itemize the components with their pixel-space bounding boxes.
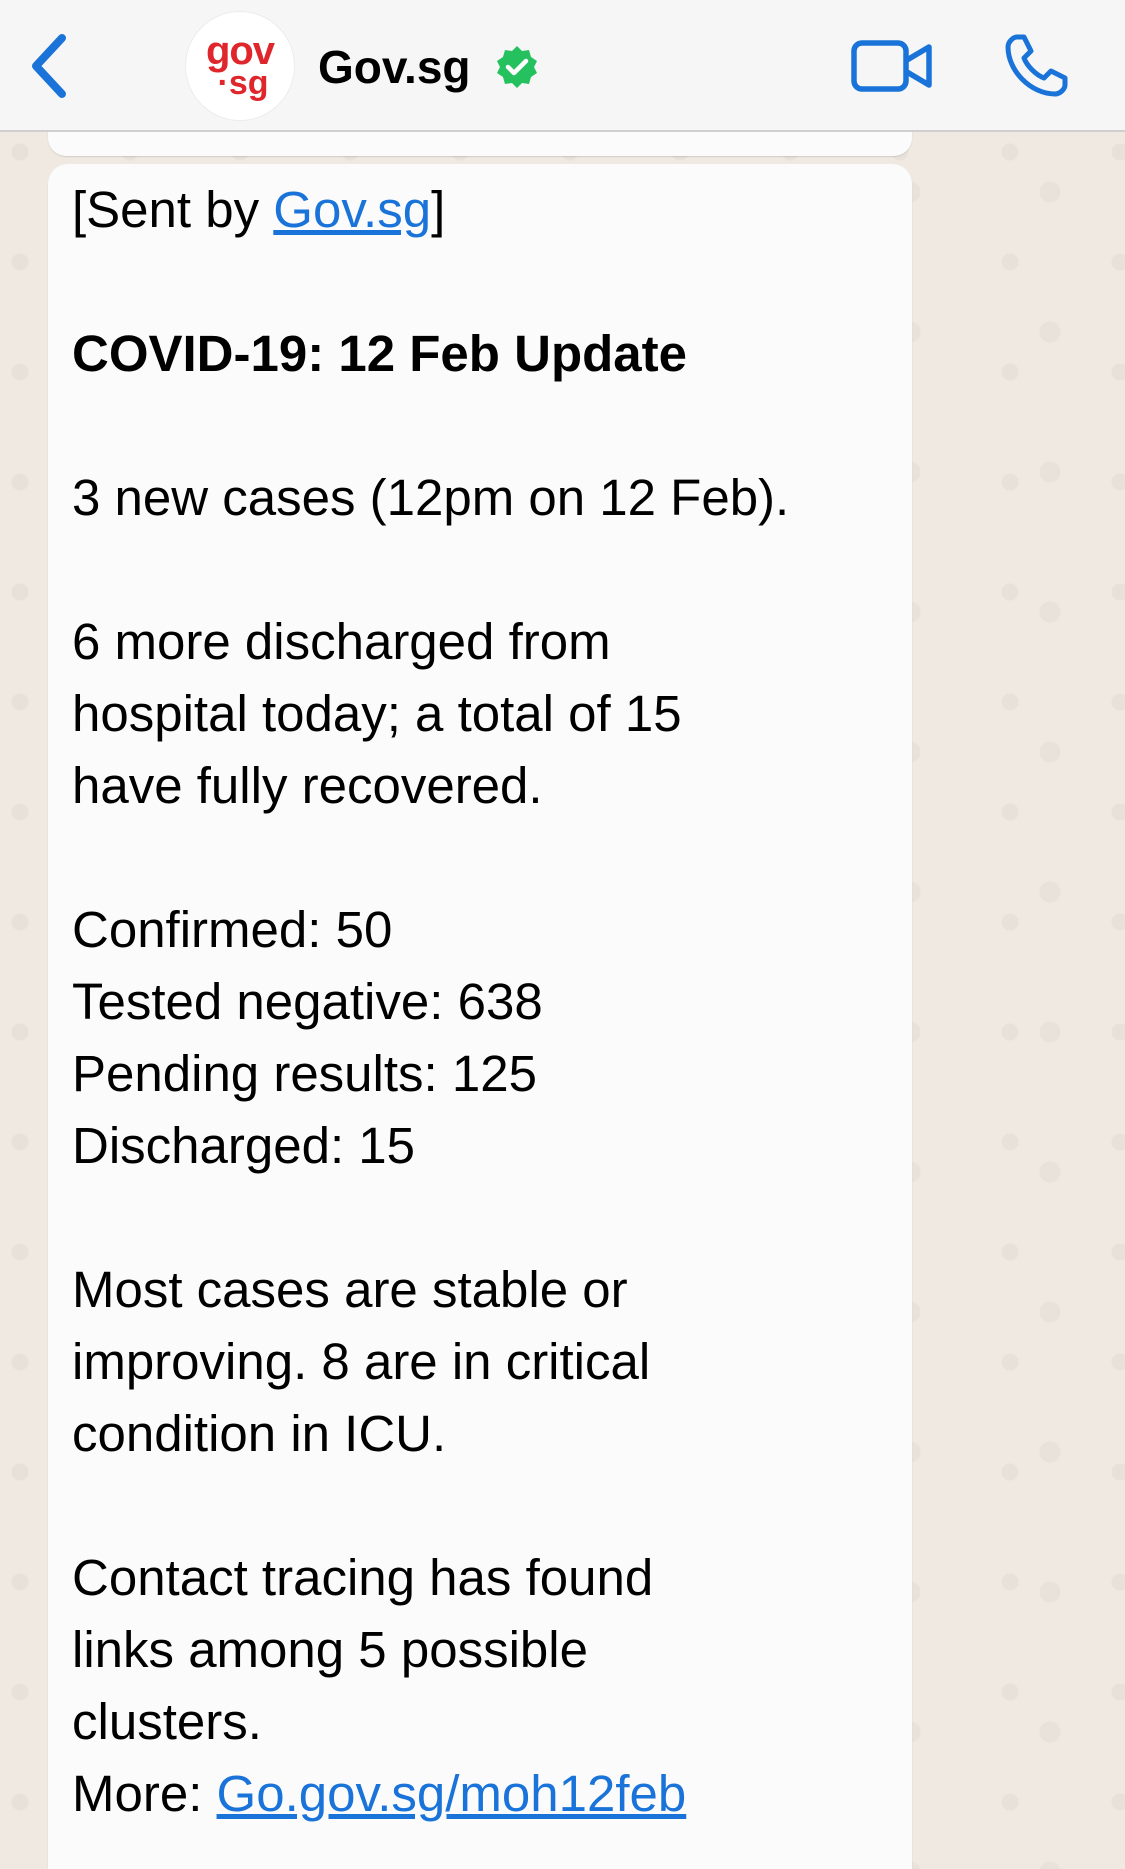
sent-by-suffix: ] [431, 181, 446, 238]
more-prefix: More: [72, 1765, 217, 1822]
video-call-button[interactable] [848, 30, 936, 102]
tracing-line: Contact tracing has found [72, 1549, 654, 1606]
stat-confirmed: Confirmed: 50 [72, 901, 393, 958]
voice-call-button[interactable] [996, 28, 1076, 104]
discharged-line: hospital today; a total of 15 [72, 685, 682, 742]
contact-avatar[interactable]: gov ·sg [186, 12, 294, 120]
video-camera-icon [851, 40, 932, 92]
tracing-line: clusters. [72, 1693, 262, 1750]
sent-by-prefix: [Sent by [72, 181, 274, 238]
tracing-line: links among 5 possible [72, 1621, 588, 1678]
stat-pending-results: Pending results: 125 [72, 1045, 537, 1102]
contact-name[interactable]: Gov.sg [318, 40, 471, 94]
discharged-line: 6 more discharged from [72, 613, 611, 670]
verified-badge-icon [497, 46, 537, 88]
avatar-logo-sg: ·sg [217, 64, 269, 102]
sent-by-link[interactable]: Gov.sg [273, 181, 431, 238]
condition-line: Most cases are stable or [72, 1261, 628, 1318]
stat-discharged: Discharged: 15 [72, 1117, 416, 1174]
sent-by-line: [Sent by Gov.sg] [72, 174, 445, 246]
phone-icon [1005, 34, 1068, 97]
chat-screen: gov ·sg Gov.sg [Sent by Gov.sg] COVID-19… [0, 0, 1125, 1869]
message-bubble: [Sent by Gov.sg] COVID-19: 12 Feb Update… [48, 164, 912, 1869]
chat-header: gov ·sg Gov.sg [0, 0, 1125, 132]
back-button[interactable] [18, 28, 78, 104]
new-cases-line: 3 new cases (12pm on 12 Feb). [72, 469, 790, 526]
more-line: More: Go.gov.sg/moh12feb [72, 1758, 686, 1830]
chevron-left-icon [32, 34, 66, 98]
avatar-logo-gov: gov [205, 29, 275, 73]
message-title: COVID-19: 12 Feb Update [72, 325, 687, 382]
condition-line: improving. 8 are in critical [72, 1333, 651, 1390]
stat-tested-negative: Tested negative: 638 [72, 973, 543, 1030]
discharged-line: have fully recovered. [72, 757, 543, 814]
condition-line: condition in ICU. [72, 1405, 447, 1462]
more-link[interactable]: Go.gov.sg/moh12feb [217, 1765, 687, 1822]
